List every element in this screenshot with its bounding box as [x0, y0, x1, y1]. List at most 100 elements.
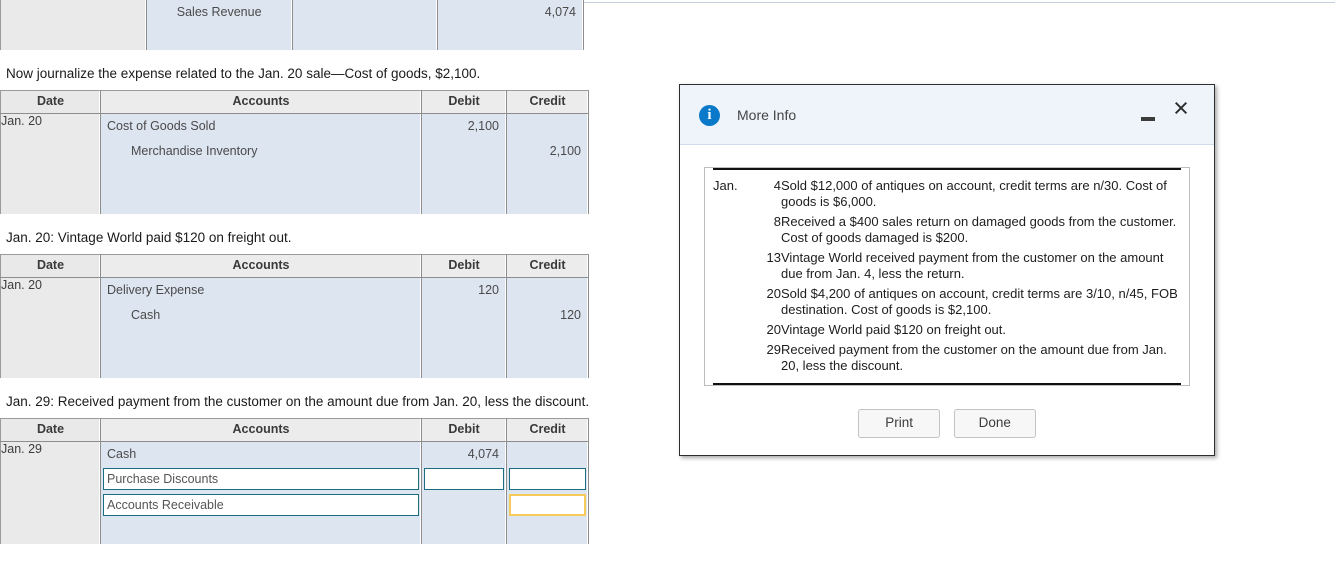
journal-table-freight-out: Date Accounts Debit Credit Jan. 20 Delivery E…: [0, 254, 600, 378]
event-text: Received payment from the customer on th…: [781, 342, 1167, 373]
credit-line: [438, 25, 583, 50]
event-row: 20 Vintage World paid $120 on freight out…: [713, 320, 1181, 340]
account-line: Merchandise Inventory: [131, 144, 258, 158]
journal-table: Date Accounts Debit Credit Jan. 20 Cost of Go…: [0, 90, 589, 214]
column-header-debit: Debit: [421, 90, 507, 114]
cell-debit: 2,100: [421, 113, 507, 214]
cell-debit: [292, 0, 439, 50]
event-row: 29 Received payment from the customer on …: [713, 340, 1181, 376]
table-row: Sales Revenue 4,074: [0, 0, 584, 50]
credit-line: 4,074: [544, 5, 576, 19]
instruction-text: Now journalize the expense related to th…: [6, 66, 481, 81]
journal-table: Date Accounts Debit Credit Jan. 29 Cash Purcha…: [0, 418, 589, 544]
column-header-credit: Credit: [506, 90, 589, 114]
account-line: Cash: [107, 447, 137, 461]
column-header-accounts: Accounts: [100, 254, 422, 278]
credit-input[interactable]: [509, 468, 586, 490]
credit-field-slot: [507, 494, 588, 519]
more-info-dialog: i More Info × Jan. 4 Sold $12,000 of antiq…: [679, 84, 1215, 456]
event-day: 20: [766, 286, 781, 301]
event-day: 20: [766, 322, 781, 337]
column-header-accounts: Accounts: [100, 418, 422, 442]
debit-line: [293, 25, 438, 50]
debit-line: [422, 353, 506, 378]
cell-date: Jan. 20: [0, 277, 101, 378]
account-line: [101, 328, 421, 353]
column-header-accounts: Accounts: [100, 90, 422, 114]
account-line: Sales Revenue: [176, 5, 262, 19]
account-line: [147, 25, 292, 50]
instruction-text: Jan. 29: Received payment from the custo…: [6, 394, 590, 409]
debit-line: 4,074: [467, 447, 499, 461]
event-text: Sold $4,200 of antiques on account, cred…: [781, 286, 1178, 317]
close-icon[interactable]: ×: [1168, 95, 1194, 122]
debit-line: 2,100: [467, 119, 499, 133]
credit-field-slot: [507, 468, 588, 493]
event-day: 29: [766, 342, 781, 357]
table-row: Jan. 20 Delivery Expense Cash 120 120: [0, 277, 589, 378]
event-day: 13: [766, 250, 781, 265]
account-line: Cost of Goods Sold: [107, 119, 216, 133]
column-header-date: Date: [0, 90, 101, 114]
credit-input[interactable]: [509, 494, 586, 516]
print-button[interactable]: Print: [858, 409, 941, 438]
cell-debit: 120: [421, 277, 507, 378]
events-table: Jan. 4 Sold $12,000 of antiques on account…: [713, 176, 1181, 376]
journal-table: Date Accounts Debit Credit Jan. 20 Delivery E…: [0, 254, 589, 378]
debit-line: 120: [478, 283, 499, 297]
column-header-debit: Debit: [421, 254, 507, 278]
debit-line-blank: [422, 518, 506, 543]
done-button[interactable]: Done: [953, 409, 1036, 438]
journal-table-payment-received: Date Accounts Debit Credit Jan. 29 Cash Purcha…: [0, 418, 600, 544]
table-row: Jan. 20 Cost of Goods Sold Merchandise Inv…: [0, 113, 589, 214]
account-input[interactable]: Accounts Receivable: [103, 494, 419, 516]
cell-accounts: Cash Purchase Discounts Accounts Receivabl…: [100, 441, 422, 544]
cell-credit: [506, 441, 589, 544]
column-header-credit: Credit: [506, 254, 589, 278]
credit-line: [507, 353, 588, 378]
debit-line: [422, 189, 506, 214]
info-icon: i: [699, 105, 720, 126]
cell-accounts: Sales Revenue: [146, 0, 293, 50]
dialog-body: Jan. 4 Sold $12,000 of antiques on account…: [680, 145, 1214, 386]
events-box: Jan. 4 Sold $12,000 of antiques on account…: [704, 167, 1190, 386]
event-month: Jan.: [713, 178, 738, 193]
cell-credit: 120: [506, 277, 589, 378]
cell-credit: 2,100: [506, 113, 589, 214]
debit-line: [422, 303, 506, 328]
debit-line: [422, 139, 506, 164]
dialog-titlebar: i More Info ×: [680, 85, 1214, 145]
debit-input[interactable]: [424, 468, 504, 490]
account-field-slot: Accounts Receivable: [101, 494, 421, 519]
event-row: 8 Received a $400 sales return on damaged…: [713, 212, 1181, 248]
cell-accounts: Delivery Expense Cash: [100, 277, 422, 378]
events-box-inner: Jan. 4 Sold $12,000 of antiques on account…: [713, 168, 1181, 385]
event-month: [713, 320, 755, 340]
credit-line: [507, 278, 588, 303]
event-month: [713, 284, 755, 320]
debit-line: [293, 0, 438, 25]
account-input[interactable]: Purchase Discounts: [103, 468, 419, 490]
cell-debit: 4,074: [421, 441, 507, 544]
event-text: Sold $12,000 of antiques on account, cre…: [781, 178, 1167, 209]
cell-credit: 4,074: [437, 0, 584, 50]
account-line: Delivery Expense: [107, 283, 205, 297]
cell-date: Jan. 29: [0, 441, 101, 544]
account-line: [101, 189, 421, 214]
credit-line: [507, 442, 588, 467]
credit-line: 120: [560, 308, 581, 322]
debit-line-empty: [422, 493, 506, 518]
event-row: 20 Sold $4,200 of antiques on account, cr…: [713, 284, 1181, 320]
credit-line: [507, 189, 588, 214]
cell-accounts: Cost of Goods Sold Merchandise Inventory: [100, 113, 422, 214]
event-day: 8: [773, 214, 781, 229]
credit-line: [507, 164, 588, 189]
event-month: [713, 248, 755, 284]
event-text: Vintage World received payment from the …: [781, 250, 1164, 281]
column-header-date: Date: [0, 418, 101, 442]
minimize-icon[interactable]: [1139, 107, 1157, 125]
event-month: [713, 340, 755, 376]
cell-date: [0, 0, 147, 50]
account-line-blank: [101, 519, 421, 544]
column-header-date: Date: [0, 254, 101, 278]
